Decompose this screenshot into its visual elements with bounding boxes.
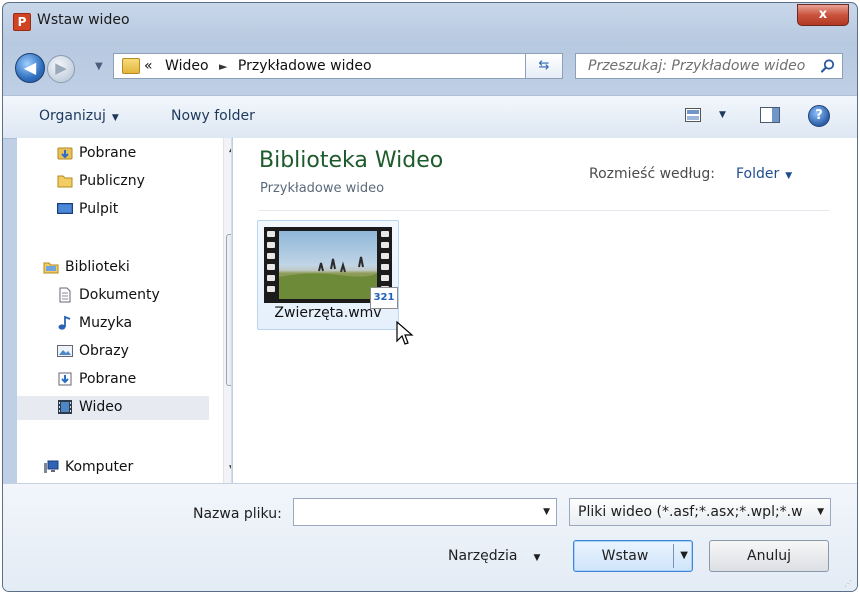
refresh-icon: ⇆ [538,58,550,73]
view-options-dropdown[interactable]: ▼ [719,110,726,120]
organize-menu[interactable]: Organizuj ▼ [39,108,119,124]
file-type-value: Pliki wideo (*.asf;*.asx;*.wpl;*.w [578,504,803,520]
computer-icon [44,460,59,473]
filename-label: Nazwa pliku: [193,506,282,522]
address-bar[interactable]: « Wideo ► Przykładowe wideo ▼ [113,53,563,79]
sidebar-item-label: Muzyka [79,315,133,331]
forward-button[interactable]: ▶ [47,55,75,83]
search-box[interactable] [575,53,843,79]
breadcrumb: « Wideo ► Przykładowe wideo [144,58,372,74]
documents-icon [59,287,71,303]
sidebar-item-dokumenty[interactable]: Dokumenty [17,284,209,308]
breadcrumb-sample-videos[interactable]: Przykładowe wideo [238,58,372,74]
breadcrumb-overflow[interactable]: « [144,58,153,74]
preview-pane-icon[interactable] [760,107,780,123]
chevron-down-icon: ▼ [111,113,119,123]
file-list-pane: Biblioteka Wideo Przykładowe wideo Rozmi… [233,138,857,483]
resize-grip-icon[interactable]: ⋰ [844,579,852,588]
storks-image [279,256,377,299]
desktop-icon [57,203,73,214]
sidebar-item-label: Pulpit [79,201,119,217]
mouse-cursor-icon [396,321,414,345]
downloads-folder-icon [57,147,73,160]
dialog-footer: Nazwa pliku: ▼ Pliki wideo (*.asf;*.asx;… [3,483,857,591]
dialog-title: Wstaw wideo [37,12,130,28]
chevron-down-icon[interactable]: ▼ [817,507,824,517]
folder-icon [57,175,73,188]
sidebar-item-label: Publiczny [79,173,145,189]
organize-label: Organizuj [39,108,106,124]
sidebar-item-wideo[interactable]: Wideo [17,396,209,420]
powerpoint-app-icon: P [13,13,31,31]
sidebar-item-label: Dokumenty [79,287,160,303]
new-folder-button[interactable]: Nowy folder [171,108,255,124]
library-subtitle: Przykładowe wideo [260,181,385,196]
search-icon[interactable] [820,58,836,74]
sidebar-item-pobrane[interactable]: Pobrane [17,142,209,166]
scrollbar-thumb[interactable]: ≡ [226,234,231,386]
arrange-by-dropdown[interactable]: Folder ▼ [736,166,792,182]
pictures-icon [57,345,73,357]
insert-video-dialog: P Wstaw wideo x ◀ ▶ ▼ « Wideo ► Przykład… [2,2,858,592]
refresh-button[interactable]: ⇆ [525,53,563,79]
cancel-button[interactable]: Anuluj [709,540,829,572]
sidebar-item-label: Biblioteki [65,259,130,275]
breadcrumb-separator[interactable]: ► [219,60,227,73]
insert-label: Wstaw [601,548,649,564]
libraries-icon [43,262,59,274]
command-bar: Organizuj ▼ Nowy folder ▼ ? [3,95,857,139]
file-name: Zwierzęta.wmv [274,305,382,321]
sidebar-item-obrazy[interactable]: Obrazy [17,340,209,364]
grip-icon: ≡ [230,307,231,318]
sidebar-item-muzyka[interactable]: Muzyka [17,312,209,336]
chevron-down-icon: ▼ [533,553,541,563]
filename-field[interactable]: ▼ [293,498,557,526]
divider [259,210,829,211]
file-type-select[interactable]: Pliki wideo (*.asf;*.asx;*.wpl;*.w ▼ [569,498,831,526]
music-icon [58,315,71,330]
back-button[interactable]: ◀ [15,53,45,83]
video-icon [58,400,72,414]
insert-options-dropdown[interactable]: ▼ [680,541,688,571]
sidebar-item-label: Komputer [65,459,134,475]
scroll-down-icon[interactable]: ▼ [229,464,231,474]
sidebar-item-label: Pobrane [79,371,137,387]
address-row: ◀ ▶ ▼ « Wideo ► Przykładowe wideo ▼ ⇆ [3,41,857,93]
downloads-icon [58,372,72,386]
help-icon[interactable]: ? [808,105,830,127]
recent-locations-dropdown[interactable]: ▼ [95,61,103,72]
folder-icon [122,58,140,74]
chevron-down-icon[interactable]: ▼ [543,507,550,517]
sidebar-item-komputer[interactable]: Komputer [17,456,209,480]
tools-label: Narzędzia [448,548,518,564]
close-button[interactable]: x [797,4,849,26]
video-thumbnail: 321 [264,227,398,309]
sidebar-item-biblioteki[interactable]: Biblioteki [17,256,209,280]
navigation-scrollbar[interactable]: ▲ ≡ ▼ [223,138,231,483]
sidebar-item-label: Pobrane [79,145,137,161]
library-title: Biblioteka Wideo [259,148,444,173]
sidebar-item-label: Obrazy [79,343,129,359]
change-view-icon[interactable] [685,108,701,122]
sidebar-item-publiczny[interactable]: Publiczny [17,170,209,194]
thumbnail-scene [279,231,377,299]
split-divider [673,544,674,568]
sidebar-item-label: Wideo [79,399,123,415]
sidebar-item-pulpit[interactable]: Pulpit [17,198,209,222]
navigation-pane: Pobrane Publiczny Pulpit Biblioteki Doku… [17,138,232,483]
sidebar-item-pobrane-library[interactable]: Pobrane [17,368,209,392]
search-input[interactable] [586,57,810,75]
breadcrumb-wideo[interactable]: Wideo [165,58,209,74]
insert-button[interactable]: Wstaw ▼ [573,540,693,572]
arrange-by-value: Folder [736,166,780,182]
film-strip-left [267,231,275,299]
arrange-by-label: Rozmieść według: [589,166,715,182]
file-item[interactable]: 321 Zwierzęta.wmv [257,220,399,330]
chevron-down-icon: ▼ [785,171,793,181]
tools-menu[interactable]: Narzędzia ▼ [448,548,540,564]
scroll-up-icon[interactable]: ▲ [229,144,231,154]
title-bar: P Wstaw wideo x [3,3,857,41]
